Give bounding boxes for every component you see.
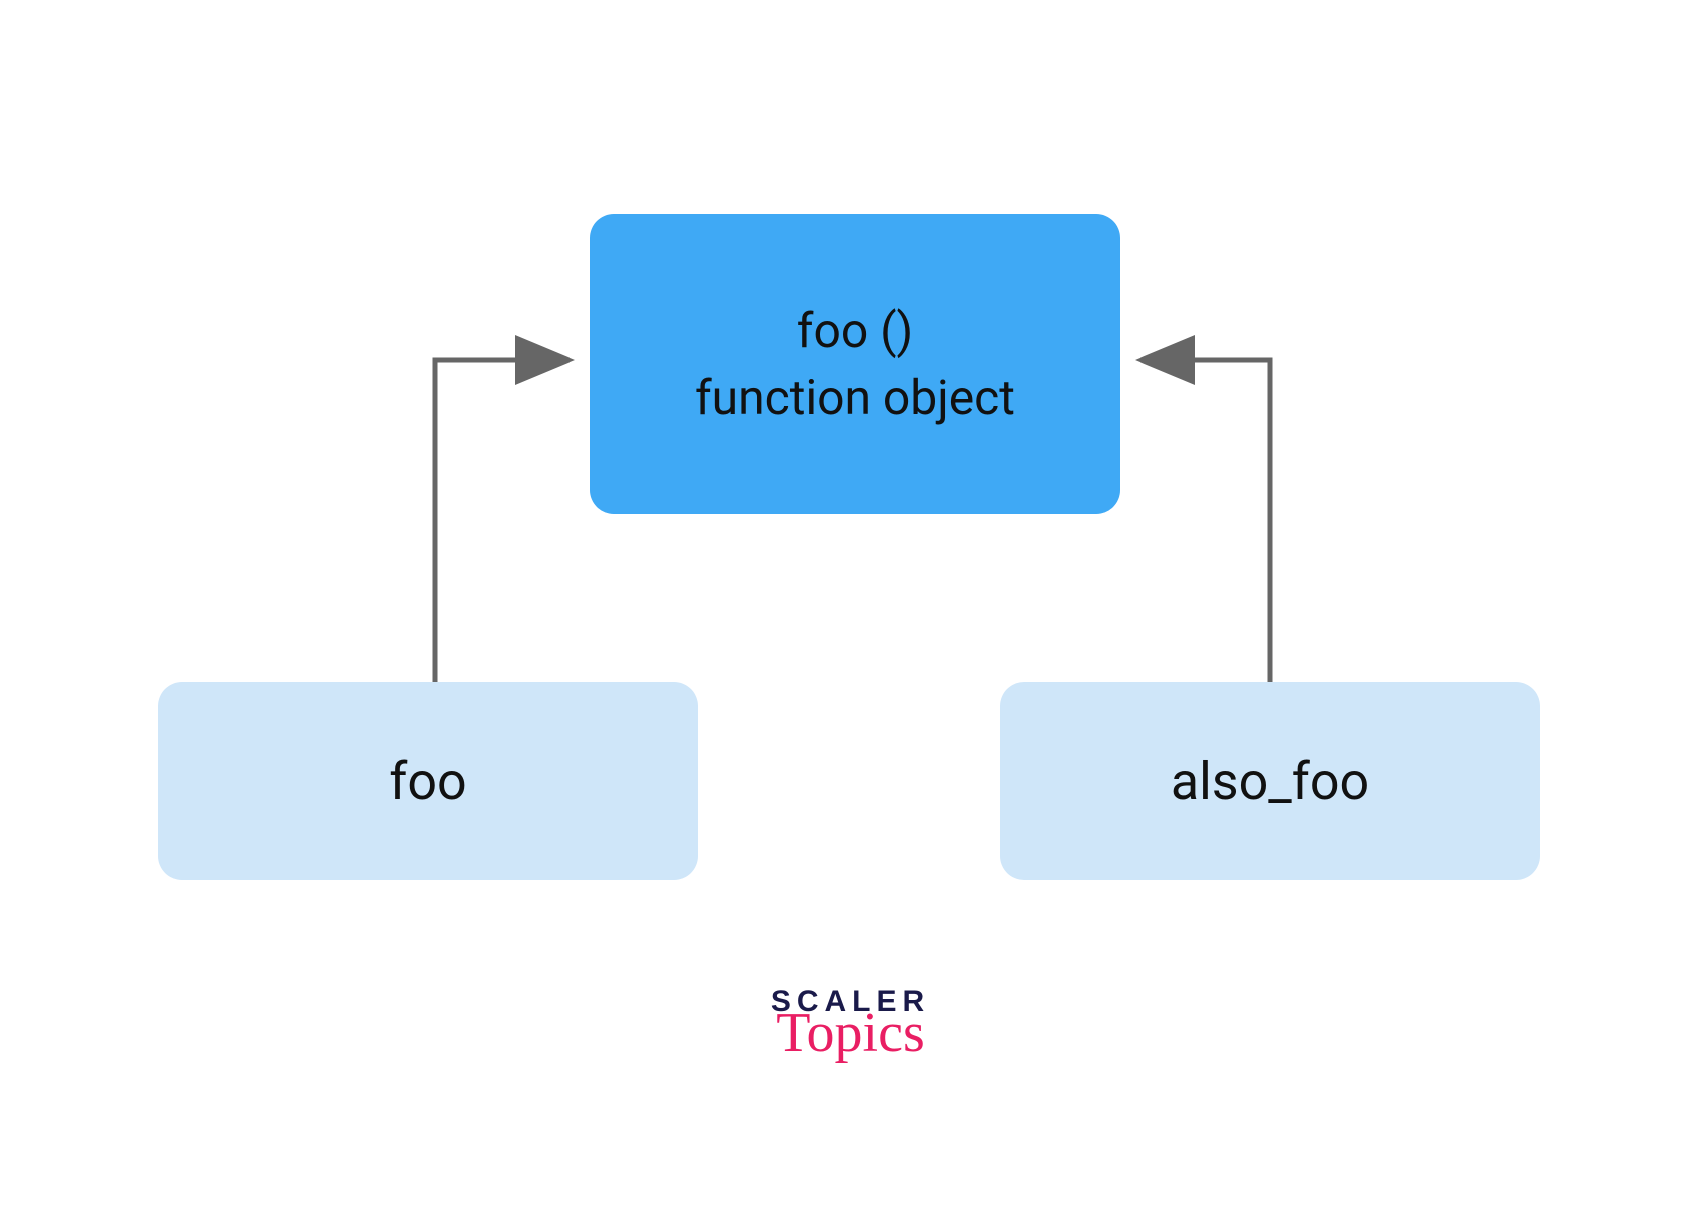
also-foo-reference-node: also_foo <box>1000 682 1540 880</box>
arrow-right <box>1140 360 1270 682</box>
function-object-line1: foo () <box>797 297 913 364</box>
brand-logo: SCALER Topics <box>771 985 930 1061</box>
function-object-line2: function object <box>695 364 1015 431</box>
also-foo-label: also_foo <box>1171 751 1369 812</box>
foo-reference-node: foo <box>158 682 698 880</box>
foo-label: foo <box>389 751 466 812</box>
brand-topics: Topics <box>771 1005 930 1061</box>
arrow-left <box>435 360 570 682</box>
diagram-canvas: foo () function object foo also_foo SCAL… <box>0 0 1701 1208</box>
function-object-node: foo () function object <box>590 214 1120 514</box>
